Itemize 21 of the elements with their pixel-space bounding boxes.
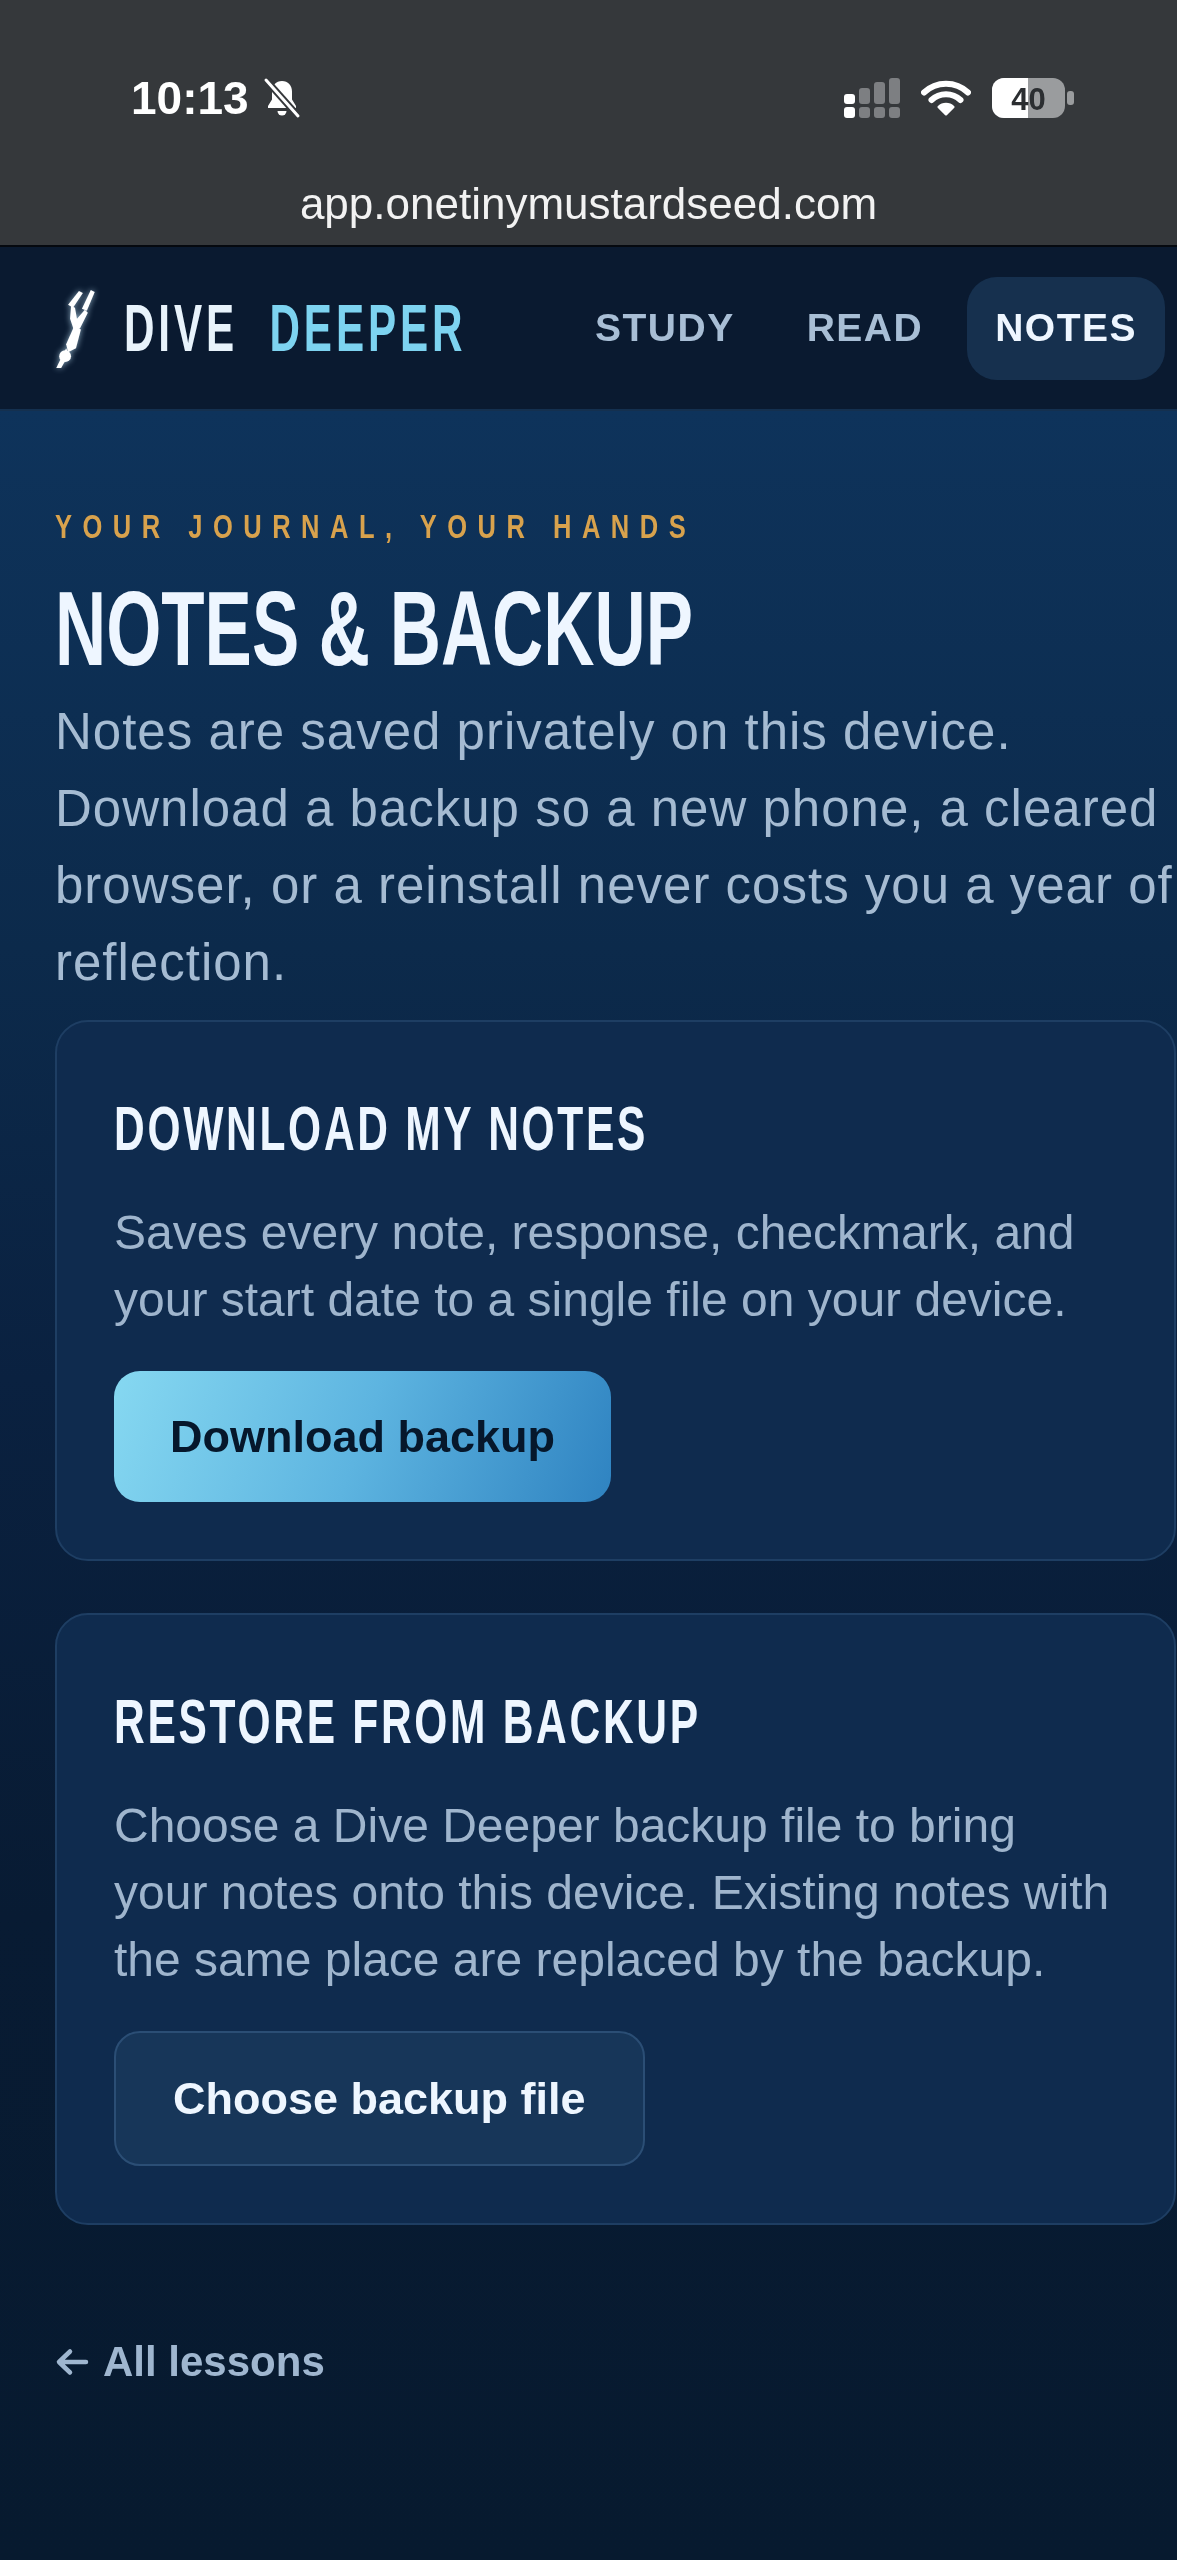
time-text: 10:13 [131,75,249,121]
logo-text: DIVE DEEPER [124,295,467,361]
eyebrow-text: YOUR JOURNAL, YOUR HANDS [55,509,697,543]
intro-text: Notes are saved privately on this device. Download a backup so a new phone, a cleared browser, or a reinstall never costs you a year of reflection. [55,702,1174,993]
wifi-icon [921,80,971,116]
primary-button[interactable]: Download backup [114,1371,612,1502]
card-title: RESTORE FROM BACKUP [114,1690,701,1753]
back-link[interactable]: All lessons [55,2341,325,2383]
address-bar-text: app.onetinymustardseed.com [299,182,878,226]
arrow-left-icon [55,2348,89,2376]
page-title: NOTES & BACKUP [55,576,693,681]
secondary-button[interactable]: Choose backup file [114,2031,645,2166]
nav-tab[interactable]: STUDY [567,276,763,380]
nav-tab[interactable]: READ [778,276,952,380]
card-description: Choose a Dive Deeper backup file to bring your notes onto this device. Existing notes with the same place are replaced by the backup. [114,1798,1111,1988]
battery-indicator: 40 [992,78,1074,118]
card-title: DOWNLOAD MY NOTES [114,1097,649,1160]
card-description: Saves every note, response, checkmark, and your start date to a single file on your device. [114,1205,1076,1328]
nav-tab[interactable]: NOTES [967,276,1166,380]
bell-slash-icon [261,77,302,119]
signal-icon [844,78,900,118]
